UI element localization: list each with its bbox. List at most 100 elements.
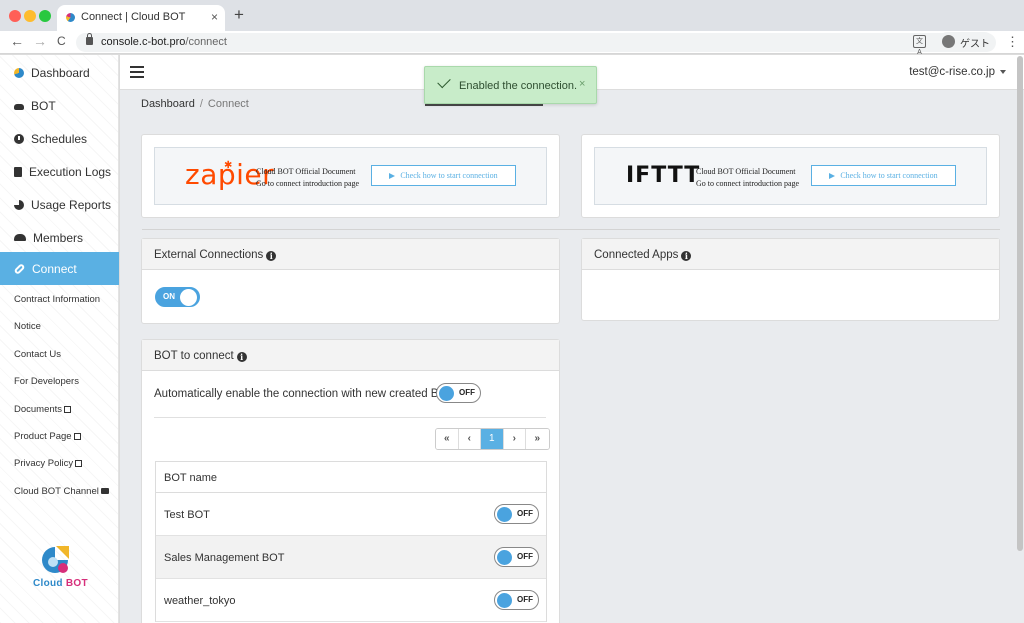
sidebar-link-contract-information[interactable]: Contract Information: [14, 294, 100, 305]
sidebar: Dashboard BOT Schedules Execution Logs U…: [0, 55, 119, 623]
external-link-icon: [75, 460, 83, 467]
sidebar-link-privacy-policy[interactable]: Privacy Policy: [14, 458, 83, 469]
connected-apps-card: Connected Apps i: [581, 238, 1000, 321]
sidebar-link-contact-us[interactable]: Contact Us: [14, 349, 61, 360]
zapier-banner[interactable]: zapier ✱ Cloud BOT Official Document Go …: [154, 147, 547, 205]
info-icon[interactable]: i: [681, 251, 692, 261]
external-link-icon: [73, 433, 81, 440]
sidebar-link-product-page[interactable]: Product Page: [14, 431, 81, 442]
sidebar-item-usage-reports[interactable]: Usage Reports: [0, 188, 119, 221]
dashboard-icon: [14, 67, 24, 78]
zapier-check-button[interactable]: Check how to start connection: [371, 165, 516, 186]
auto-enable-label: Automatically enable the connection with…: [154, 388, 457, 400]
bot-name-column-header: BOT name: [156, 462, 546, 493]
bot-table: BOT name Test BOT OFF Sales Management B…: [155, 461, 547, 622]
reload-icon[interactable]: C: [57, 34, 66, 48]
sidebar-item-dashboard[interactable]: Dashboard: [0, 56, 119, 89]
table-row: Sales Management BOT OFF: [156, 536, 546, 579]
toast-message: Enabled the connection.: [459, 80, 578, 92]
play-icon: [829, 173, 836, 180]
inner-divider: [154, 417, 546, 418]
new-tab-button[interactable]: +: [234, 5, 244, 25]
ifttt-banner[interactable]: IFTTT Cloud BOT Official Document Go to …: [594, 147, 987, 205]
info-icon[interactable]: i: [266, 251, 277, 261]
bot-name: Test BOT: [164, 509, 210, 521]
info-icon[interactable]: i: [236, 352, 247, 362]
user-menu[interactable]: test@c-rise.co.jp: [909, 66, 1006, 78]
toast-progress-bar: [425, 104, 543, 106]
browser-tab[interactable]: Connect | Cloud BOT ×: [57, 5, 225, 31]
sidebar-item-label: BOT: [31, 98, 56, 113]
link-icon: [13, 262, 26, 275]
hamburger-menu-icon[interactable]: [130, 66, 144, 78]
sidebar-item-label: Schedules: [31, 131, 88, 146]
browser-toolbar: ← → C console.c-bot.pro/connect 文A ゲスト ⋮: [0, 31, 1024, 56]
external-connections-toggle[interactable]: ON: [155, 287, 200, 307]
bot-connection-toggle[interactable]: OFF: [494, 590, 539, 610]
ifttt-banner-description: Cloud BOT Official Document Go to connec…: [696, 167, 800, 188]
breadcrumb-dashboard[interactable]: Dashboard: [141, 98, 195, 110]
clock-icon: [14, 133, 24, 144]
bot-to-connect-header: BOT to connect i: [142, 340, 559, 371]
page-1-button[interactable]: 1: [481, 429, 504, 449]
url-text: console.c-bot.pro/connect: [101, 36, 227, 48]
ifttt-card: IFTTT Cloud BOT Official Document Go to …: [581, 134, 1000, 218]
sidebar-item-schedules[interactable]: Schedules: [0, 122, 119, 155]
sidebar-item-connect[interactable]: Connect: [0, 252, 119, 285]
table-row: Test BOT OFF: [156, 493, 546, 536]
sidebar-link-documents[interactable]: Documents: [14, 404, 72, 415]
sidebar-item-bot[interactable]: BOT: [0, 89, 119, 122]
lock-icon: [86, 33, 93, 45]
users-icon: [14, 234, 26, 241]
auto-enable-toggle[interactable]: OFF: [436, 383, 481, 403]
avatar-icon: [942, 35, 955, 48]
page-scrollbar[interactable]: [1017, 56, 1023, 551]
prev-page-button[interactable]: ‹: [458, 429, 481, 449]
success-toast: Enabled the connection. ×: [424, 66, 597, 106]
cloud-bot-logo-text: Cloud BOT: [33, 578, 88, 589]
ifttt-logo: IFTTT: [626, 163, 701, 188]
forward-arrow-icon[interactable]: →: [33, 33, 47, 49]
sidebar-item-label: Members: [33, 230, 84, 245]
bot-connection-toggle[interactable]: OFF: [494, 547, 539, 567]
sidebar-item-members[interactable]: Members: [0, 221, 119, 254]
window-maximize-button[interactable]: [39, 10, 51, 22]
window-minimize-button[interactable]: [24, 10, 36, 22]
pagination: « ‹ 1 › »: [435, 428, 550, 450]
external-connections-header: External Connections i: [142, 239, 559, 270]
profile-button[interactable]: ゲスト: [938, 32, 994, 51]
zapier-banner-description: Cloud BOT Official Document Go to connec…: [256, 167, 360, 188]
external-link-icon: [64, 406, 72, 413]
tab-title: Connect | Cloud BOT: [81, 11, 186, 23]
zapier-card: zapier ✱ Cloud BOT Official Document Go …: [141, 134, 560, 218]
breadcrumb-current: Connect: [207, 98, 249, 110]
cloud-bot-logo-icon: [42, 546, 69, 573]
first-page-button[interactable]: «: [436, 429, 459, 449]
bot-name: Sales Management BOT: [164, 552, 285, 564]
table-row: weather_tokyo OFF: [156, 579, 546, 622]
address-bar[interactable]: console.c-bot.pro/connect: [76, 33, 996, 52]
translate-icon[interactable]: 文A: [913, 35, 926, 56]
last-page-button[interactable]: »: [526, 429, 549, 449]
profile-label: ゲスト: [960, 39, 990, 50]
sidebar-link-for-developers[interactable]: For Developers: [14, 376, 79, 387]
sidebar-item-execution-logs[interactable]: Execution Logs: [0, 155, 119, 188]
sidebar-link-notice[interactable]: Notice: [14, 321, 41, 332]
back-arrow-icon[interactable]: ←: [10, 33, 24, 49]
external-connections-card: External Connections i ON: [141, 238, 560, 324]
youtube-icon: [100, 488, 109, 494]
caret-down-icon: [1000, 69, 1006, 74]
toast-close-icon[interactable]: ×: [579, 78, 585, 90]
main-content: test@c-rise.co.jp Dashboard / Connect zapi…: [120, 55, 1024, 623]
next-page-button[interactable]: ›: [503, 429, 526, 449]
browser-menu-icon[interactable]: ⋮: [1006, 34, 1019, 50]
ifttt-check-button[interactable]: Check how to start connection: [811, 165, 956, 186]
zapier-star-icon: ✱: [224, 160, 233, 171]
browser-titlebar: Connect | Cloud BOT × +: [0, 0, 1024, 31]
bot-connection-toggle[interactable]: OFF: [494, 504, 539, 524]
window-close-button[interactable]: [9, 10, 21, 22]
file-icon: [14, 166, 22, 177]
sidebar-item-label: Usage Reports: [31, 197, 112, 212]
sidebar-link-cloud-bot-channel[interactable]: Cloud BOT Channel: [14, 486, 109, 497]
tab-close-icon[interactable]: ×: [211, 10, 218, 24]
